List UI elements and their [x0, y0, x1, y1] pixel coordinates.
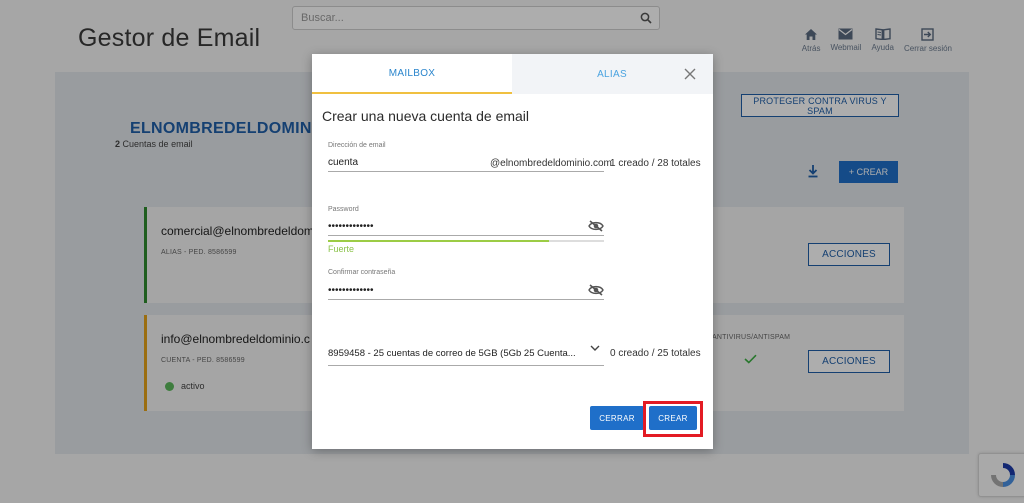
- confirm-password-input[interactable]: [328, 282, 604, 300]
- tab-mailbox[interactable]: MAILBOX: [312, 54, 512, 94]
- modal-tabs: MAILBOX ALIAS: [312, 54, 713, 94]
- email-label: Dirección de email: [328, 142, 386, 149]
- password-input[interactable]: [328, 218, 604, 236]
- modal-title: Crear una nueva cuenta de email: [322, 108, 530, 124]
- chevron-down-icon: [590, 345, 600, 351]
- visibility-off-icon[interactable]: [588, 220, 604, 232]
- password-strength-fill: [328, 240, 549, 242]
- visibility-off-icon[interactable]: [588, 284, 604, 296]
- plan-select-value: 8959458 - 25 cuentas de correo de 5GB (5…: [328, 348, 576, 359]
- password-strength-meter: [328, 240, 604, 242]
- close-icon[interactable]: [684, 68, 696, 80]
- email-domain-suffix: @elnombredeldominio.com: [490, 158, 612, 169]
- password-strength-label: Fuerte: [328, 244, 355, 254]
- create-button[interactable]: CREAR: [649, 406, 697, 430]
- create-email-modal: MAILBOX ALIAS Crear una nueva cuenta de …: [312, 54, 713, 449]
- email-account-count: 1 creado / 28 totales: [610, 158, 701, 169]
- close-button[interactable]: CERRAR: [590, 406, 644, 430]
- plan-account-count: 0 creado / 25 totales: [610, 348, 701, 359]
- confirm-password-label: Confirmar contraseña: [328, 269, 396, 276]
- plan-select[interactable]: 8959458 - 25 cuentas de correo de 5GB (5…: [328, 342, 604, 366]
- password-label: Password: [328, 206, 359, 213]
- tab-alias[interactable]: ALIAS: [512, 54, 712, 94]
